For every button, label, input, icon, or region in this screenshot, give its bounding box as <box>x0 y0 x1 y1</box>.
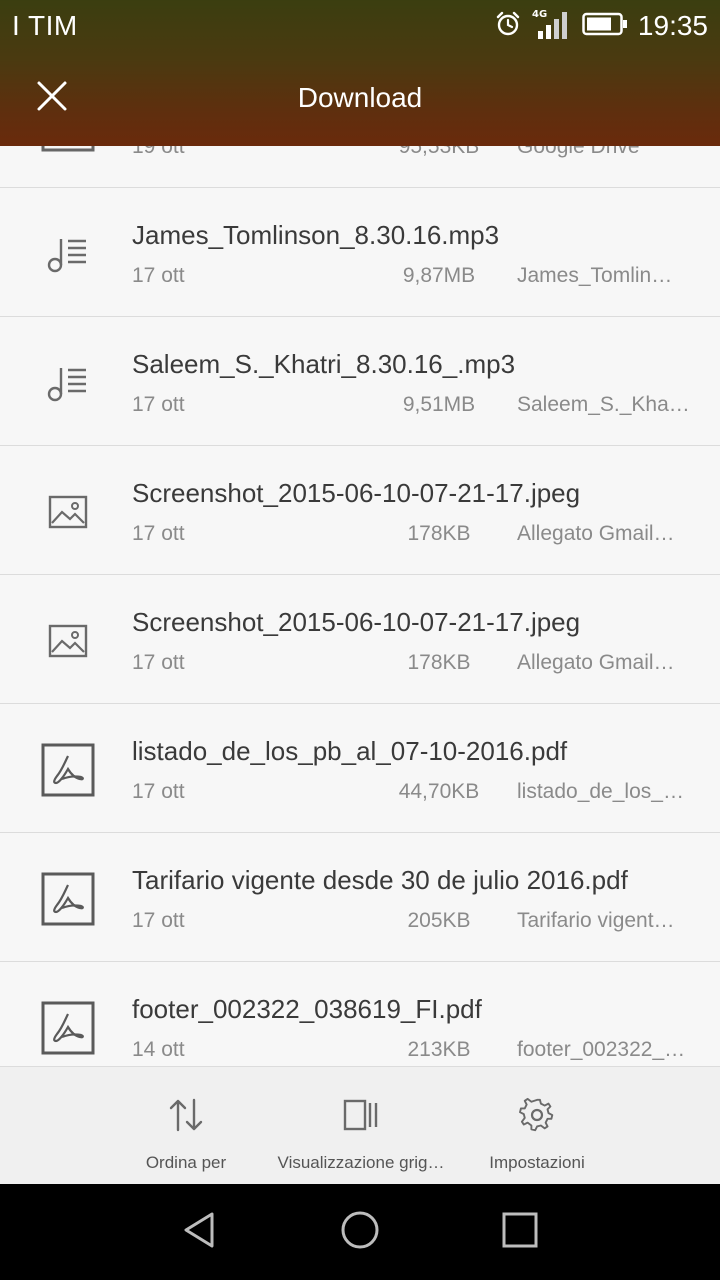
file-size: 9,87MB <box>402 264 476 287</box>
music-icon <box>40 226 96 282</box>
file-size: 178KB <box>407 522 471 545</box>
home-icon <box>339 1209 381 1256</box>
gear-icon <box>519 1095 555 1135</box>
file-source: Google Drive <box>517 146 640 158</box>
file-list[interactable]: 19 ott 95,53KB Google Drive James_Tomlin… <box>0 146 720 1066</box>
image-icon <box>40 484 96 540</box>
list-item[interactable]: Screenshot_2015-06-10-07-21-17.jpeg 17 o… <box>0 446 720 575</box>
clock-time: 19:35 <box>637 10 708 41</box>
pdf-icon <box>40 1000 96 1056</box>
recent-apps-icon <box>501 1211 539 1254</box>
bottom-toolbar: Ordina per Visualizzazione grig… Imposta… <box>0 1066 720 1184</box>
svg-text:4G: 4G <box>532 9 547 20</box>
status-bar: I TIM 4G 19:35 <box>0 0 720 52</box>
list-item[interactable]: Screenshot_2015-06-10-07-21-17.jpeg 17 o… <box>0 575 720 704</box>
file-source: Allegato Gmail… <box>517 651 675 674</box>
back-button[interactable] <box>170 1204 230 1260</box>
file-name: Screenshot_2015-06-10-07-21-17.jpeg <box>132 478 581 508</box>
file-date: 17 ott <box>132 393 185 416</box>
file-date: 17 ott <box>132 909 185 932</box>
pdf-icon <box>40 871 96 927</box>
file-name: listado_de_los_pb_al_07-10-2016.pdf <box>132 736 568 766</box>
list-item[interactable]: Saleem_S._Khatri_8.30.16_.mp3 17 ott 9,5… <box>0 317 720 446</box>
file-name: Tarifario vigente desde 30 de julio 2016… <box>132 865 628 895</box>
settings-button[interactable]: Impostazioni <box>472 1067 602 1185</box>
file-name: Screenshot_2015-06-10-07-21-17.jpeg <box>132 607 581 637</box>
file-date: 17 ott <box>132 264 185 287</box>
battery-icon <box>582 12 628 41</box>
image-icon <box>40 613 96 669</box>
file-date: 19 ott <box>132 146 185 158</box>
back-icon <box>180 1210 220 1255</box>
file-source: Allegato Gmail… <box>517 522 675 545</box>
navigation-bar <box>0 1184 720 1280</box>
header: I TIM 4G 19:35 Download <box>0 0 720 146</box>
status-icons: 4G 19:35 <box>494 6 708 46</box>
file-name: Saleem_S._Khatri_8.30.16_.mp3 <box>132 349 516 379</box>
file-source: Tarifario vigent… <box>517 909 675 932</box>
file-date: 17 ott <box>132 651 185 674</box>
file-source: Saleem_S._Kha… <box>517 393 690 416</box>
file-date: 17 ott <box>132 522 185 545</box>
list-item[interactable]: James_Tomlinson_8.30.16.mp3 17 ott 9,87M… <box>0 188 720 317</box>
file-size: 213KB <box>407 1038 471 1061</box>
list-item[interactable]: footer_002322_038619_FI.pdf 14 ott 213KB… <box>0 962 720 1066</box>
home-button[interactable] <box>330 1204 390 1260</box>
grid-view-button[interactable]: Visualizzazione grig… <box>268 1067 454 1185</box>
file-size: 9,51MB <box>402 393 476 416</box>
title-bar: Download <box>0 52 720 146</box>
sort-label: Ordina per <box>145 1153 227 1172</box>
signal-icon: 4G <box>532 7 572 46</box>
list-item[interactable]: 19 ott 95,53KB Google Drive <box>0 146 720 188</box>
music-icon <box>40 355 96 411</box>
settings-label: Impostazioni <box>489 1153 585 1172</box>
file-name: James_Tomlinson_8.30.16.mp3 <box>132 220 500 250</box>
file-size: 44,70KB <box>398 780 480 803</box>
page-title: Download <box>297 82 423 113</box>
file-size: 205KB <box>407 909 471 932</box>
grid-view-label: Visualizzazione grig… <box>277 1153 445 1172</box>
file-icon <box>40 146 96 153</box>
grid-view-icon <box>343 1095 379 1135</box>
recent-apps-button[interactable] <box>490 1204 550 1260</box>
sort-icon <box>168 1095 204 1135</box>
alarm-icon <box>494 10 522 43</box>
list-item[interactable]: listado_de_los_pb_al_07-10-2016.pdf 17 o… <box>0 704 720 833</box>
sort-button[interactable]: Ordina per <box>124 1067 248 1185</box>
carrier-name: I TIM <box>12 10 78 41</box>
file-source: James_Tomlin… <box>517 264 673 287</box>
file-source: listado_de_los_… <box>517 780 684 803</box>
file-size: 178KB <box>407 651 471 674</box>
pdf-icon <box>40 742 96 798</box>
file-date: 17 ott <box>132 780 185 803</box>
file-source: footer_002322_… <box>517 1038 686 1061</box>
file-size: 95,53KB <box>398 146 480 158</box>
file-name: footer_002322_038619_FI.pdf <box>132 994 482 1024</box>
file-date: 14 ott <box>132 1038 185 1061</box>
list-item[interactable]: Tarifario vigente desde 30 de julio 2016… <box>0 833 720 962</box>
